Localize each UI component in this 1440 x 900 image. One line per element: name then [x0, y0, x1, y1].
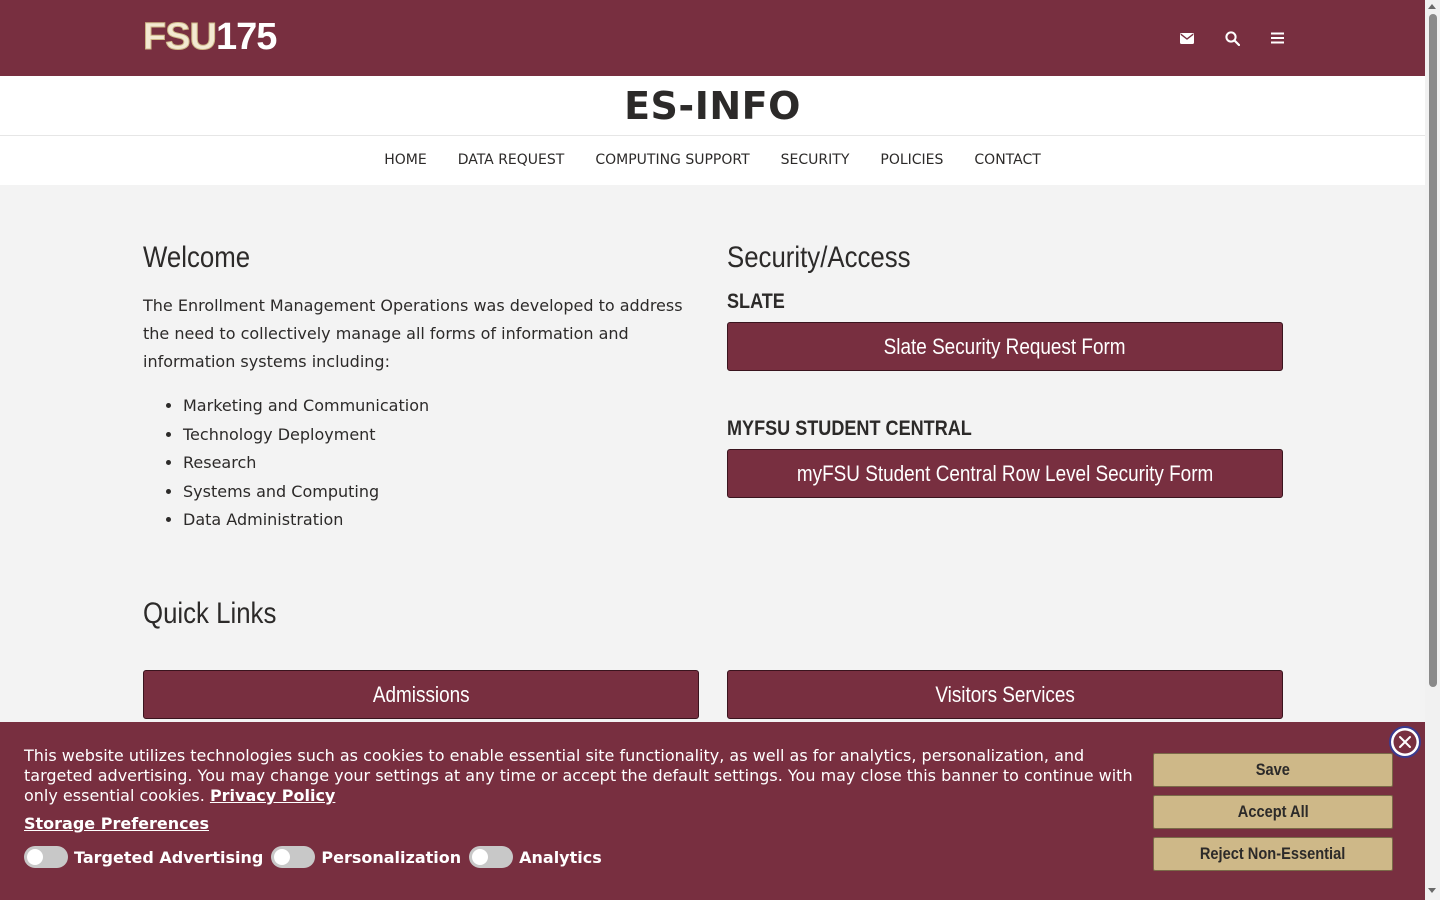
- envelope-icon[interactable]: [1178, 26, 1196, 50]
- cookie-banner-text: This website utilizes technologies such …: [24, 746, 1144, 806]
- slate-heading: SLATE: [727, 290, 785, 313]
- header-icons: [1178, 26, 1286, 50]
- cookie-banner: This website utilizes technologies such …: [0, 722, 1425, 900]
- toggle-label: Targeted Advertising: [74, 847, 264, 867]
- search-icon[interactable]: [1223, 26, 1241, 50]
- slate-security-request-button[interactable]: Slate Security Request Form: [727, 322, 1283, 371]
- nav-item-contact[interactable]: CONTACT: [959, 136, 1056, 185]
- toggle-label: Personalization: [321, 847, 462, 867]
- scroll-up-arrow-icon[interactable]: [1428, 4, 1436, 9]
- nav-item-data-request[interactable]: DATA REQUEST: [442, 136, 580, 185]
- quick-links-heading: Quick Links: [143, 597, 277, 630]
- reject-non-essential-label: Reject Non-Essential: [1200, 844, 1346, 863]
- admissions-button[interactable]: Admissions: [143, 670, 699, 719]
- main-navigation: HOME DATA REQUEST COMPUTING SUPPORT SECU…: [0, 136, 1425, 185]
- myfsu-row-level-security-label: myFSU Student Central Row Level Security…: [796, 461, 1214, 486]
- list-item: Data Administration: [183, 506, 699, 535]
- cookie-message: This website utilizes technologies such …: [24, 746, 1133, 805]
- save-button[interactable]: Save: [1153, 753, 1393, 787]
- nav-item-policies[interactable]: POLICIES: [865, 136, 959, 185]
- analytics-switch[interactable]: [469, 846, 514, 868]
- list-item: Technology Deployment: [183, 421, 699, 450]
- page-scrollbar[interactable]: [1425, 0, 1440, 900]
- toggle-label: Analytics: [519, 847, 602, 867]
- admissions-label: Admissions: [372, 682, 470, 707]
- save-label: Save: [1255, 760, 1291, 779]
- top-header-bar: FSU 175: [0, 0, 1425, 76]
- accept-all-label: Accept All: [1237, 802, 1309, 821]
- fsu175-logo[interactable]: FSU 175: [143, 16, 278, 58]
- welcome-heading: Welcome: [143, 241, 251, 274]
- site-title[interactable]: ES-INFO: [0, 84, 1425, 128]
- slate-security-request-label: Slate Security Request Form: [884, 334, 1126, 359]
- privacy-policy-link[interactable]: Privacy Policy: [210, 786, 335, 805]
- personalization-switch[interactable]: [271, 846, 316, 868]
- site-title-bar: ES-INFO: [0, 76, 1425, 136]
- cookie-toggles: Targeted Advertising Personalization Ana…: [24, 846, 610, 868]
- visitors-services-button[interactable]: Visitors Services: [727, 670, 1283, 719]
- targeted-advertising-switch[interactable]: [24, 846, 68, 868]
- accept-all-button[interactable]: Accept All: [1153, 795, 1393, 829]
- logo-175-text: 175: [216, 16, 277, 58]
- toggle-targeted-advertising: Targeted Advertising: [24, 846, 263, 868]
- close-banner-icon[interactable]: [1389, 726, 1421, 758]
- myfsu-heading: MYFSU STUDENT CENTRAL: [727, 417, 972, 440]
- logo-fsu-text: FSU: [143, 16, 218, 58]
- menu-icon[interactable]: [1268, 26, 1286, 50]
- list-item: Research: [183, 449, 699, 478]
- nav-item-computing-support[interactable]: COMPUTING SUPPORT: [580, 136, 765, 185]
- nav-item-home[interactable]: HOME: [369, 136, 442, 185]
- scrollbar-thumb[interactable]: [1429, 14, 1437, 687]
- nav-item-security[interactable]: SECURITY: [765, 136, 865, 185]
- storage-preferences-link[interactable]: Storage Preferences: [24, 814, 209, 833]
- list-item: Marketing and Communication: [183, 392, 699, 421]
- welcome-list: Marketing and Communication Technology D…: [143, 392, 699, 535]
- welcome-intro: The Enrollment Management Operations was…: [143, 296, 683, 371]
- security-heading: Security/Access: [727, 241, 911, 274]
- visitors-services-label: Visitors Services: [935, 682, 1075, 707]
- security-section: Security/Access SLATE Slate Security Req…: [727, 238, 1283, 498]
- scroll-down-arrow-icon[interactable]: [1428, 888, 1436, 893]
- toggle-personalization: Personalization: [271, 846, 461, 868]
- toggle-analytics: Analytics: [469, 846, 602, 868]
- reject-non-essential-button[interactable]: Reject Non-Essential: [1153, 837, 1393, 871]
- welcome-section: Welcome The Enrollment Management Operat…: [143, 238, 699, 535]
- myfsu-row-level-security-button[interactable]: myFSU Student Central Row Level Security…: [727, 449, 1283, 498]
- list-item: Systems and Computing: [183, 478, 699, 507]
